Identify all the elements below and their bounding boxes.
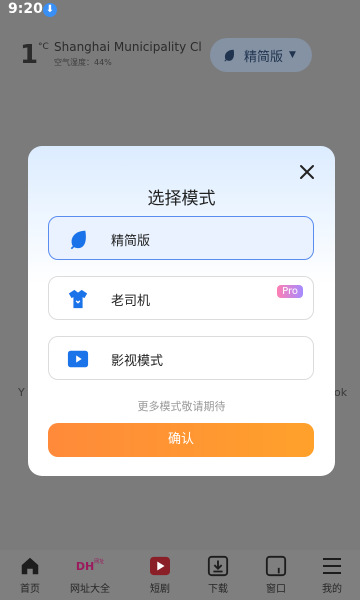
bottom-navigation: 首页 DH 网址 网址大全 短剧 下载 窗口 我的 [0,550,360,600]
play-icon [150,556,170,576]
background-text-fragment: ok [334,386,348,399]
nav-directory[interactable]: DH 网址 网址大全 [60,554,120,595]
mode-selector-button[interactable]: 精简版 ▼ [210,38,312,72]
nav-home[interactable]: 首页 [0,554,60,595]
option-label: 老司机 [111,294,151,309]
option-lite-mode[interactable]: 精简版 [48,216,314,260]
download-icon [207,555,229,577]
nav-windows[interactable]: 窗口 [246,554,306,595]
chevron-down-icon: ▼ [289,50,296,60]
nav-directory-label: 网址大全 [70,584,110,595]
window-icon [265,555,287,577]
confirm-button[interactable]: 确认 [48,423,314,457]
nav-profile[interactable]: 我的 [302,554,360,595]
humidity-label: 空气湿度：44% [54,58,112,67]
nav-short-drama-label: 短剧 [150,584,170,595]
dialog-title: 选择模式 [147,189,216,209]
close-button[interactable] [297,162,317,182]
mode-select-dialog: 选择模式 精简版 老司机 Pro 影视模式 更多模式敬请期待 确认 [28,146,335,476]
status-time: 9:20 [8,1,43,17]
close-icon [300,165,314,179]
nav-windows-label: 窗口 [266,584,286,595]
home-icon [21,557,39,575]
temperature-unit: °C [38,42,49,52]
option-video-mode[interactable]: 影视模式 [48,336,314,380]
video-play-icon [67,350,89,368]
menu-icon [323,558,341,574]
nav-short-drama[interactable]: 短剧 [130,554,190,595]
download-notification-icon: ⬇ [43,3,57,17]
nav-home-label: 首页 [20,584,40,595]
option-label: 影视模式 [111,354,164,369]
nav-profile-label: 我的 [322,584,342,595]
pro-badge: Pro [277,285,303,298]
status-bar: 9:20 ⬇ [0,0,360,20]
mode-selector-label: 精简版 [244,49,284,65]
shirt-icon [68,289,88,309]
temperature-value: 1 [20,40,39,70]
nav-download[interactable]: 下载 [188,554,248,595]
option-label: 精简版 [111,234,151,249]
background-text-fragment: Y [18,386,25,399]
city-name: Shanghai Municipality Cl [54,40,202,54]
more-modes-hint: 更多模式敬请期待 [137,400,226,413]
nav-download-label: 下载 [208,584,228,595]
leaf-icon [70,230,86,250]
leaf-icon [224,49,235,62]
dh-logo-icon: DH 网址 [75,559,105,573]
option-veteran-mode[interactable]: 老司机 Pro [48,276,314,320]
